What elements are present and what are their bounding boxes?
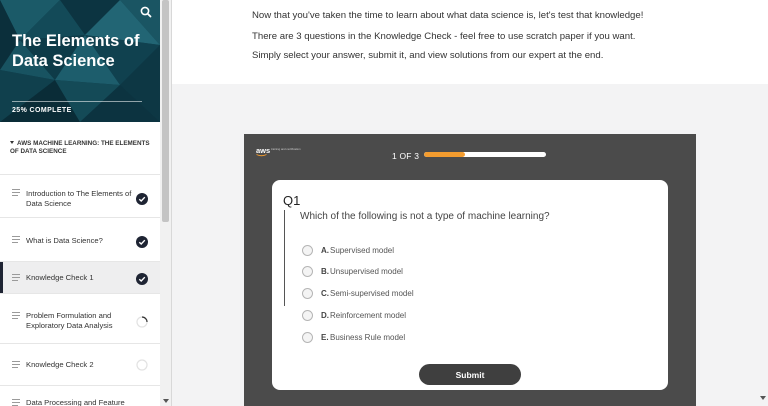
check-circle-icon [136,236,148,248]
question-text: Which of the following is not a type of … [300,211,550,222]
question-accent-bar [284,210,285,306]
lines-icon [12,361,20,370]
radio-button[interactable] [302,245,313,256]
option-letter: A. [321,246,329,255]
intro-line-2: There are 3 questions in the Knowledge C… [252,31,636,42]
section-heading: AWS MACHINE LEARNING: THE ELEMENTS OF DA… [10,140,150,155]
option-text: Reinforcement model [330,311,407,320]
course-title: The Elements of Data Science [12,32,140,70]
search-icon [140,6,152,18]
sidebar-lesson-what-is-data-science[interactable]: What is Data Science? [0,217,160,262]
intro-line-3: Simply select your answer, submit it, an… [252,50,604,61]
option-text: Supervised model [330,246,395,255]
quiz-progress-fill [424,152,465,157]
sidebar-lesson-problem-formulation[interactable]: Problem Formulation and Exploratory Data… [0,293,160,344]
question-card: Q1 Which of the following is not a type … [272,180,668,390]
sidebar-lesson-knowledge-check-1[interactable]: Knowledge Check 1 [0,261,160,294]
answer-option-b[interactable]: B. Unsupervised model [302,266,452,280]
search-button[interactable] [138,4,154,20]
scroll-down-arrow-icon[interactable] [163,399,169,403]
option-letter: C. [321,289,329,298]
radio-button[interactable] [302,288,313,299]
intro-line-1: Now that you've taken the time to learn … [252,10,644,21]
lesson-label: Knowledge Check 1 [26,273,94,282]
lesson-label: What is Data Science? [26,236,103,245]
sidebar-lesson-data-processing[interactable]: Data Processing and Feature [0,385,160,406]
empty-circle-icon [136,359,148,371]
lines-icon [12,236,20,245]
lines-icon [12,399,20,406]
aws-logo-subtitle: training and certification [271,147,301,151]
aws-logo: aws training and certification [256,146,301,157]
sidebar-lesson-introduction[interactable]: Introduction to The Elements of Data Sci… [0,174,160,218]
course-hero: The Elements of Data Science 25% COMPLET… [0,0,160,122]
course-progress-text: 25% COMPLETE [12,107,72,114]
sidebar-scrollbar-thumb[interactable] [162,0,169,222]
quiz-progress-bar [424,152,546,157]
lines-icon [12,274,20,283]
caret-down-icon [10,141,14,144]
lesson-label: Knowledge Check 2 [26,360,94,369]
question-number: Q1 [283,193,301,208]
option-letter: B. [321,267,329,276]
lesson-label: Introduction to The Elements of Data Sci… [26,189,132,208]
course-sidebar: The Elements of Data Science 25% COMPLET… [0,0,172,406]
answer-option-d[interactable]: D. Reinforcement model [302,310,452,324]
lesson-label: Problem Formulation and Exploratory Data… [26,311,113,330]
lesson-label: Data Processing and Feature [26,398,125,406]
aws-logo-word: aws [256,146,271,155]
check-circle-icon [136,193,148,205]
option-letter: D. [321,311,329,320]
option-text: Unsupervised model [330,267,403,276]
answer-option-a[interactable]: A. Supervised model [302,245,452,259]
hero-divider [12,101,142,102]
option-text: Business Rule model [330,333,406,342]
question-counter: 1 OF 3 [392,151,420,161]
radio-button[interactable] [302,310,313,321]
section-toggle[interactable]: AWS MACHINE LEARNING: THE ELEMENTS OF DA… [10,140,150,156]
partial-circle-icon [136,316,148,328]
lines-icon [12,312,20,321]
answer-option-c[interactable]: C. Semi-supervised model [302,288,452,302]
answer-option-e[interactable]: E. Business Rule model [302,332,452,346]
radio-button[interactable] [302,266,313,277]
sidebar-scrollbar[interactable] [160,0,171,406]
page-scroll-down-arrow-icon[interactable] [760,396,766,400]
submit-button[interactable]: Submit [419,364,521,385]
lines-icon [12,189,20,198]
check-circle-icon [136,273,148,285]
option-text: Semi-supervised model [330,289,414,298]
knowledge-check-quiz: aws training and certification 1 OF 3 Q1… [244,134,696,406]
radio-button[interactable] [302,332,313,343]
sidebar-lesson-knowledge-check-2[interactable]: Knowledge Check 2 [0,343,160,386]
option-letter: E. [321,333,329,342]
